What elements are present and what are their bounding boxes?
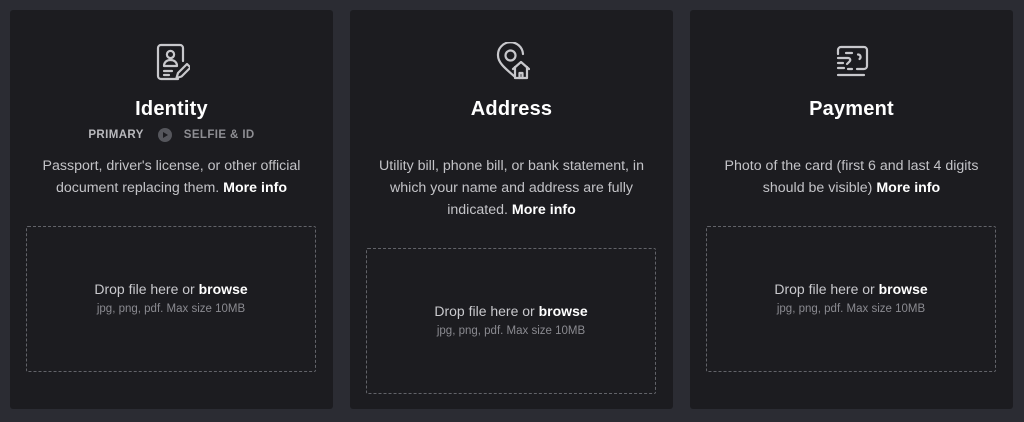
drop-text: Drop file here or: [434, 303, 535, 319]
more-info-link[interactable]: More info: [876, 180, 940, 196]
step-primary[interactable]: PRIMARY: [88, 129, 143, 141]
browse-link[interactable]: browse: [879, 281, 928, 297]
identity-steps: PRIMARY SELFIE & ID: [10, 128, 333, 142]
verification-cards: Identity PRIMARY SELFIE & ID Passport, dr…: [0, 0, 1024, 422]
card-description: Photo of the card (first 6 and last 4 di…: [712, 155, 991, 199]
drop-text: Drop file here or: [94, 281, 195, 297]
file-drop-zone[interactable]: Drop file here or browse jpg, png, pdf. …: [366, 248, 656, 394]
drop-prompt: Drop file here or browse: [367, 303, 655, 319]
card-title: Address: [470, 98, 553, 120]
card-title: Identity: [135, 98, 208, 120]
file-type-hint: jpg, png, pdf. Max size 10MB: [776, 303, 926, 315]
drop-prompt: Drop file here or browse: [707, 281, 995, 297]
more-info-link[interactable]: More info: [512, 202, 576, 218]
browse-link[interactable]: browse: [199, 281, 248, 297]
id-document-icon: [154, 42, 190, 82]
location-home-icon: [494, 42, 530, 82]
browse-link[interactable]: browse: [539, 303, 588, 319]
file-type-hint: jpg, png, pdf. Max size 10MB: [96, 303, 246, 315]
file-drop-zone[interactable]: Drop file here or browse jpg, png, pdf. …: [706, 226, 996, 372]
payment-card: Payment Photo of the card (first 6 and l…: [690, 10, 1013, 409]
credit-card-icon: [834, 42, 870, 82]
card-title: Payment: [809, 98, 894, 120]
address-card: Address Utility bill, phone bill, or ban…: [350, 10, 673, 409]
card-description: Passport, driver's license, or other off…: [32, 155, 311, 199]
drop-prompt: Drop file here or browse: [27, 281, 315, 297]
file-type-hint: jpg, png, pdf. Max size 10MB: [436, 325, 586, 337]
step-selfie-id[interactable]: SELFIE & ID: [184, 129, 255, 141]
card-description: Utility bill, phone bill, or bank statem…: [372, 155, 651, 221]
description-text: Photo of the card (first 6 and last 4 di…: [724, 158, 979, 196]
chevron-right-icon: [157, 128, 172, 142]
file-drop-zone[interactable]: Drop file here or browse jpg, png, pdf. …: [26, 226, 316, 372]
drop-text: Drop file here or: [774, 281, 875, 297]
more-info-link[interactable]: More info: [223, 180, 287, 196]
identity-card: Identity PRIMARY SELFIE & ID Passport, dr…: [10, 10, 333, 409]
